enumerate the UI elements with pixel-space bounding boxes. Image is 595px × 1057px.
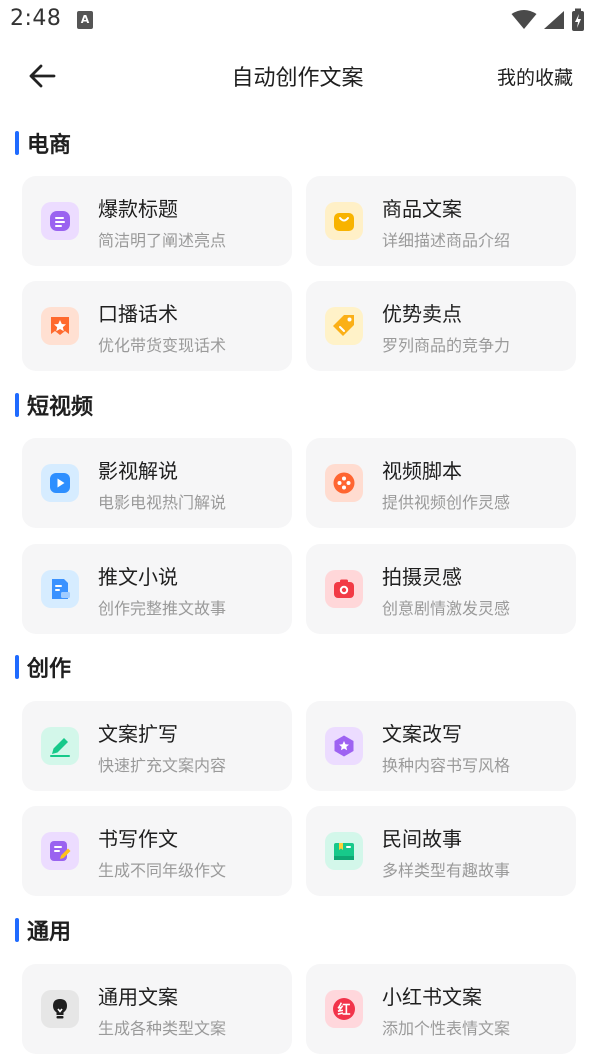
card-title: 推文小说	[98, 565, 178, 589]
section-title-create: 创作	[15, 652, 71, 682]
card-xiaohongshu-copy[interactable]: 红 小红书文案 添加个性表情文案	[306, 964, 576, 1054]
card-subtitle: 详细描述商品介绍	[382, 231, 511, 250]
section-title-text: 电商	[27, 133, 72, 158]
card-novel-promo[interactable]: 推文小说 创作完整推文故事	[22, 544, 292, 634]
camera-icon	[325, 570, 363, 608]
status-time: 2:48	[10, 6, 62, 31]
card-title: 通用文案	[98, 985, 178, 1009]
film-reel-icon	[325, 464, 363, 502]
signal-icon	[544, 11, 564, 29]
card-copy-expand[interactable]: 文案扩写 快速扩充文案内容	[22, 701, 292, 791]
card-title: 小红书文案	[382, 985, 482, 1009]
card-title: 口播话术	[98, 302, 178, 326]
section-title-text: 短视频	[27, 395, 94, 420]
card-film-commentary[interactable]: 影视解说 电影电视热门解说	[22, 438, 292, 528]
section-accent-bar	[15, 918, 19, 942]
card-live-script[interactable]: 口播话术 优化带货变现话术	[22, 281, 292, 371]
card-subtitle: 生成各种类型文案	[98, 1019, 227, 1038]
card-selling-points[interactable]: 优势卖点 罗列商品的竞争力	[306, 281, 576, 371]
card-folk-story[interactable]: 民间故事 多样类型有趣故事	[306, 806, 576, 896]
card-video-script[interactable]: 视频脚本 提供视频创作灵感	[306, 438, 576, 528]
card-shooting-ideas[interactable]: 拍摄灵感 创意剧情激发灵感	[306, 544, 576, 634]
card-subtitle: 添加个性表情文案	[382, 1019, 511, 1038]
card-title: 文案扩写	[98, 722, 178, 746]
wifi-icon	[511, 10, 537, 29]
star-badge-icon	[41, 307, 79, 345]
card-title: 拍摄灵感	[382, 565, 462, 589]
card-subtitle: 优化带货变现话术	[98, 336, 227, 355]
card-copy-rewrite[interactable]: 文案改写 换种内容书写风格	[306, 701, 576, 791]
pen-icon	[41, 727, 79, 765]
card-title: 视频脚本	[382, 459, 462, 483]
my-favorites-button[interactable]: 我的收藏	[497, 63, 573, 90]
card-title: 民间故事	[382, 827, 462, 851]
section-title-ecommerce: 电商	[15, 128, 71, 158]
card-subtitle: 创作完整推文故事	[98, 599, 227, 618]
section-title-general: 通用	[15, 915, 71, 945]
book-icon	[325, 832, 363, 870]
card-title: 优势卖点	[382, 302, 462, 326]
card-subtitle: 生成不同年级作文	[98, 861, 227, 880]
app-bar: 自动创作文案 我的收藏	[0, 40, 595, 110]
battery-charging-icon	[572, 8, 584, 31]
card-title: 影视解说	[98, 459, 178, 483]
section-title-text: 通用	[27, 920, 72, 945]
card-subtitle: 简洁明了阐述亮点	[98, 231, 227, 250]
card-title: 商品文案	[382, 197, 462, 221]
xiaohongshu-icon-text: 红	[337, 1002, 350, 1018]
card-subtitle: 创意剧情激发灵感	[382, 599, 511, 618]
shopping-bag-icon	[325, 202, 363, 240]
card-subtitle: 提供视频创作灵感	[382, 493, 511, 512]
status-bar: 2:48 A	[0, 0, 595, 40]
hexagon-star-icon	[325, 727, 363, 765]
card-subtitle: 电影电视热门解说	[98, 493, 227, 512]
card-subtitle: 快速扩充文案内容	[98, 756, 227, 775]
card-title: 书写作文	[98, 827, 178, 851]
card-essay-writing[interactable]: 书写作文 生成不同年级作文	[22, 806, 292, 896]
card-title: 爆款标题	[98, 197, 178, 221]
card-subtitle: 多样类型有趣故事	[382, 861, 511, 880]
document-icon	[41, 570, 79, 608]
notification-a-icon: A	[77, 11, 93, 29]
card-general-copy[interactable]: 通用文案 生成各种类型文案	[22, 964, 292, 1054]
section-accent-bar	[15, 131, 19, 155]
card-subtitle: 罗列商品的竞争力	[382, 336, 511, 355]
section-accent-bar	[15, 655, 19, 679]
section-title-short-video: 短视频	[15, 390, 93, 420]
card-hot-title[interactable]: 爆款标题 简洁明了阐述亮点	[22, 176, 292, 266]
status-icons	[511, 8, 585, 32]
card-product-copy[interactable]: 商品文案 详细描述商品介绍	[306, 176, 576, 266]
price-tag-icon	[325, 307, 363, 345]
list-doc-icon	[41, 202, 79, 240]
card-subtitle: 换种内容书写风格	[382, 756, 511, 775]
xiaohongshu-icon: 红	[325, 990, 363, 1028]
card-title: 文案改写	[382, 722, 462, 746]
section-title-text: 创作	[27, 657, 72, 682]
edit-note-icon	[41, 832, 79, 870]
lightbulb-icon	[41, 990, 79, 1028]
section-accent-bar	[15, 393, 19, 417]
play-icon	[41, 464, 79, 502]
